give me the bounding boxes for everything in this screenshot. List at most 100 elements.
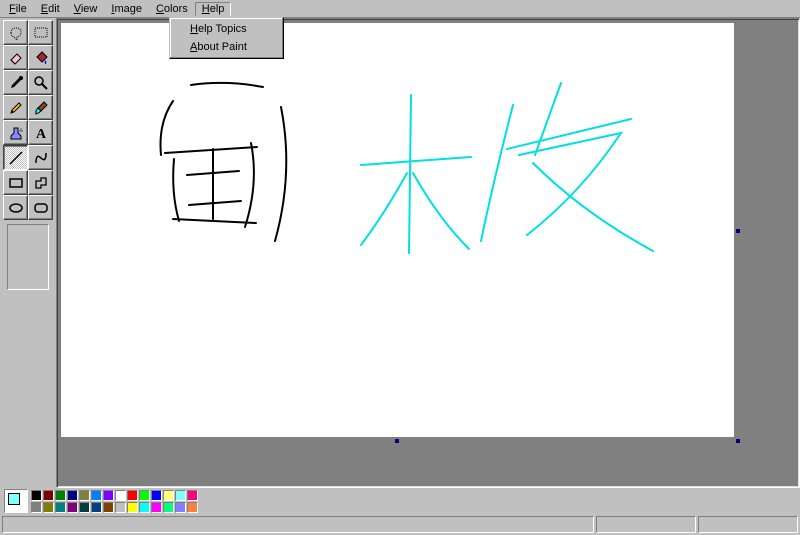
menu-colors[interactable]: Colors	[149, 2, 195, 16]
menu-label: Help	[202, 3, 225, 15]
ellipse-tool-button[interactable]	[3, 195, 28, 220]
canvas-stroke	[173, 159, 179, 221]
color-swatch[interactable]	[55, 490, 66, 501]
line-tool-button[interactable]	[3, 145, 28, 170]
menu-file[interactable]: File	[2, 2, 34, 16]
eraser-tool-button[interactable]	[3, 45, 28, 70]
drawing-canvas[interactable]	[61, 23, 734, 437]
color-swatch[interactable]	[79, 502, 90, 513]
rounded-rect-tool-button[interactable]	[28, 195, 53, 220]
free-select-tool-icon	[8, 25, 24, 41]
text-tool-button[interactable]	[28, 120, 53, 145]
canvas-stroke	[361, 173, 407, 245]
canvas-stroke	[413, 173, 469, 249]
magnifier-tool-button[interactable]	[28, 70, 53, 95]
color-swatch[interactable]	[151, 502, 162, 513]
canvas-stroke	[191, 83, 263, 87]
eyedropper-tool-button[interactable]	[3, 70, 28, 95]
rect-select-tool-button[interactable]	[28, 20, 53, 45]
menu-help-topics[interactable]: Help Topics	[172, 20, 281, 38]
canvas-stroke	[165, 147, 257, 153]
color-swatch[interactable]	[43, 502, 54, 513]
color-swatch[interactable]	[175, 502, 186, 513]
menubar: File Edit View Image Colors Help	[0, 0, 800, 18]
color-swatch[interactable]	[55, 502, 66, 513]
color-palette	[30, 489, 199, 514]
color-swatch[interactable]	[139, 502, 150, 513]
color-swatch[interactable]	[187, 502, 198, 513]
menu-label: File	[9, 3, 27, 15]
rect-select-tool-icon	[33, 25, 49, 41]
toolbox	[0, 18, 56, 488]
color-swatch[interactable]	[91, 502, 102, 513]
polygon-tool-button[interactable]	[28, 170, 53, 195]
color-swatch[interactable]	[115, 502, 126, 513]
color-swatch[interactable]	[31, 502, 42, 513]
canvas-stroke	[535, 83, 561, 155]
color-swatch[interactable]	[163, 490, 174, 501]
eraser-tool-icon	[8, 50, 24, 66]
menu-label: View	[74, 3, 98, 15]
color-swatch[interactable]	[103, 490, 114, 501]
color-swatch[interactable]	[103, 502, 114, 513]
curve-tool-icon	[33, 150, 49, 166]
color-swatch[interactable]	[139, 490, 150, 501]
color-swatch[interactable]	[163, 502, 174, 513]
menu-view[interactable]: View	[67, 2, 105, 16]
color-swatch[interactable]	[127, 490, 138, 501]
status-bar	[0, 514, 800, 535]
menu-image[interactable]: Image	[104, 2, 149, 16]
color-swatch[interactable]	[127, 502, 138, 513]
rectangle-tool-icon	[8, 175, 24, 191]
color-swatch[interactable]	[43, 490, 54, 501]
current-colors-box[interactable]	[4, 489, 28, 513]
fill-tool-icon	[33, 50, 49, 66]
canvas-resize-handle-se[interactable]	[736, 439, 740, 443]
airbrush-tool-button[interactable]	[3, 120, 28, 145]
color-swatch[interactable]	[67, 490, 78, 501]
canvas-viewport	[56, 18, 800, 488]
curve-tool-button[interactable]	[28, 145, 53, 170]
color-swatch[interactable]	[67, 502, 78, 513]
canvas-stroke	[189, 201, 241, 205]
rectangle-tool-button[interactable]	[3, 170, 28, 195]
color-swatch[interactable]	[187, 490, 198, 501]
menu-edit[interactable]: Edit	[34, 2, 67, 16]
fill-tool-button[interactable]	[28, 45, 53, 70]
color-swatch[interactable]	[91, 490, 102, 501]
color-swatch[interactable]	[31, 490, 42, 501]
color-swatch[interactable]	[79, 490, 90, 501]
status-text-pane	[2, 516, 594, 533]
canvas-stroke	[481, 105, 513, 241]
menu-label: Edit	[41, 3, 60, 15]
magnifier-tool-icon	[33, 75, 49, 91]
brush-tool-icon	[33, 100, 49, 116]
canvas-stroke	[245, 143, 254, 227]
canvas-stroke	[173, 219, 256, 223]
menu-help[interactable]: Help	[195, 2, 232, 16]
eyedropper-tool-icon	[8, 75, 24, 91]
canvas-stroke	[275, 107, 286, 241]
menu-about-paint[interactable]: About Paint	[172, 38, 281, 56]
brush-tool-button[interactable]	[28, 95, 53, 120]
canvas-stroke	[519, 133, 621, 235]
pencil-tool-icon	[8, 100, 24, 116]
color-palette-row	[0, 488, 800, 514]
pencil-tool-button[interactable]	[3, 95, 28, 120]
canvas-stroke	[533, 163, 653, 251]
ellipse-tool-icon	[8, 200, 24, 216]
color-swatch[interactable]	[175, 490, 186, 501]
menu-label: Colors	[156, 3, 188, 15]
canvas-stroke	[409, 95, 411, 253]
status-position-pane	[596, 516, 696, 533]
color-swatch[interactable]	[151, 490, 162, 501]
canvas-resize-handle-s[interactable]	[395, 439, 399, 443]
canvas-stroke	[161, 101, 174, 155]
canvas-stroke	[361, 157, 471, 165]
workarea	[0, 18, 800, 488]
color-swatch[interactable]	[115, 490, 126, 501]
current-foreground-swatch	[8, 493, 20, 505]
free-select-tool-button[interactable]	[3, 20, 28, 45]
status-size-pane	[698, 516, 798, 533]
canvas-resize-handle-e[interactable]	[736, 229, 740, 233]
